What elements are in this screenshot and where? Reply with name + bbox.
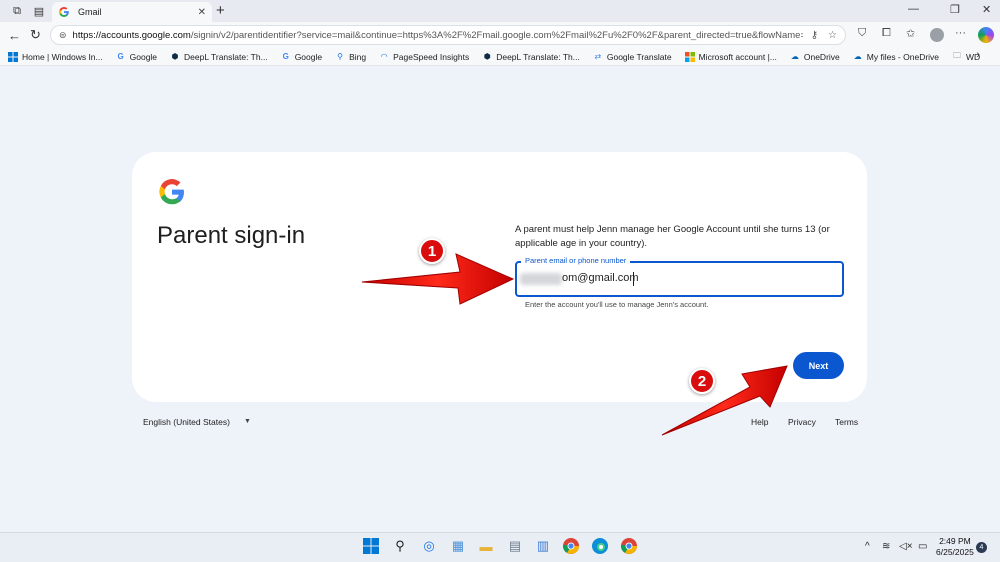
help-link[interactable]: Help <box>751 417 768 427</box>
workspaces-icon[interactable]: ⧉ <box>8 3 26 19</box>
bookmark-item[interactable]: ◠ PageSpeed Insights <box>379 52 470 62</box>
redacted-text <box>520 273 562 285</box>
notes-icon[interactable]: ▥ <box>534 537 552 555</box>
onedrive-icon: ☁ <box>853 52 862 61</box>
google-icon: G <box>282 52 289 61</box>
address-bar[interactable]: ⊜ https://accounts.google.com/signin/v2/… <box>50 25 846 45</box>
tab-close-icon[interactable]: ✕ <box>198 7 206 18</box>
bookmarks-overflow-icon[interactable]: › <box>976 49 980 61</box>
field-label: Parent email or phone number <box>521 256 631 265</box>
more-menu-icon[interactable]: ··· <box>955 27 966 39</box>
widgets-icon[interactable]: ▦ <box>449 537 467 555</box>
bookmark-item[interactable]: ⇄ Google Translate <box>593 52 672 62</box>
copilot-app-icon[interactable]: ◎ <box>420 537 438 555</box>
bookmark-item[interactable]: Microsoft account |... <box>684 51 777 62</box>
minimize-icon[interactable]: — <box>908 3 919 15</box>
favorite-star-icon[interactable]: ☆ <box>828 30 837 41</box>
microsoft-icon <box>684 51 695 62</box>
deepl-icon: ⬢ <box>171 52 179 61</box>
chevron-down-icon[interactable]: ▼ <box>244 418 251 425</box>
bookmark-item[interactable]: ☁ My files - OneDrive <box>853 52 939 62</box>
edge-icon[interactable] <box>591 537 609 555</box>
bookmark-item[interactable]: ⬢ DeepL Translate: Th... <box>170 52 268 62</box>
step-2-badge: 2 <box>689 368 715 394</box>
signin-description: A parent must help Jenn manage her Googl… <box>515 224 830 249</box>
bookmark-item[interactable]: ☁ OneDrive <box>790 52 840 62</box>
file-explorer-icon[interactable]: ▬ <box>477 537 495 555</box>
close-window-icon[interactable]: ✕ <box>982 3 991 16</box>
terms-link[interactable]: Terms <box>835 417 858 427</box>
privacy-link[interactable]: Privacy <box>788 417 816 427</box>
page-title: Parent sign-in <box>157 222 306 249</box>
bookmark-item[interactable]: G Google <box>116 52 158 62</box>
key-icon[interactable]: ⚷ <box>811 30 818 41</box>
field-helper-text: Enter the account you'll use to manage J… <box>525 300 709 309</box>
notification-badge[interactable]: 4 <box>976 542 987 553</box>
text-cursor <box>633 272 634 286</box>
pagespeed-icon: ◠ <box>380 52 388 61</box>
shield-icon[interactable]: ⛉ <box>858 27 866 40</box>
language-select[interactable]: English (United States) <box>143 417 230 427</box>
google-favicon-icon <box>58 7 69 18</box>
bookmarks-bar: Home | Windows In... G Google ⬢ DeepL Tran… <box>0 48 1000 66</box>
battery-icon[interactable]: ▭ <box>918 541 927 552</box>
bing-search-icon: ⚲ <box>337 52 344 61</box>
tab-gmail[interactable]: Gmail ✕ <box>52 2 212 22</box>
clock-date: 6/25/2025 <box>936 547 974 557</box>
next-button[interactable]: Next <box>793 352 844 379</box>
bookmark-item[interactable]: Home | Windows In... <box>8 51 103 62</box>
email-input-value[interactable]: om@gmail.com <box>562 272 639 284</box>
notepad-icon[interactable]: ▤ <box>506 537 524 555</box>
google-translate-icon: ⇄ <box>594 52 602 61</box>
refresh-icon[interactable]: ↻ <box>30 27 41 43</box>
chevron-up-icon[interactable]: ^ <box>865 541 870 552</box>
bookmark-item[interactable]: G Google <box>281 52 323 62</box>
back-icon[interactable]: ← <box>8 28 21 43</box>
speaker-muted-icon[interactable]: ◁× <box>899 541 913 552</box>
search-icon[interactable]: ⚲ <box>391 537 409 555</box>
wifi-icon[interactable]: ≋ <box>882 541 890 552</box>
copilot-icon[interactable] <box>978 27 994 43</box>
bookmark-item[interactable]: ⚲ Bing <box>335 52 366 62</box>
deepl-icon: ⬢ <box>483 52 491 61</box>
system-clock[interactable]: 2:49 PM 6/25/2025 <box>936 536 974 558</box>
favorites-icon[interactable]: ✩ <box>906 27 915 40</box>
taskbar <box>0 532 1000 562</box>
google-logo-icon <box>159 179 184 205</box>
restore-icon[interactable]: ❐ <box>950 3 960 16</box>
vertical-tabs-icon[interactable]: ▤ <box>30 3 48 19</box>
step-1-badge: 1 <box>419 238 445 264</box>
site-info-icon[interactable]: ⊜ <box>59 30 67 41</box>
windows-icon <box>8 51 18 62</box>
url-text: https://accounts.google.com/signin/v2/pa… <box>72 29 803 41</box>
bookmark-item[interactable]: ⬢ DeepL Translate: Th... <box>482 52 580 62</box>
google-icon: G <box>117 52 124 61</box>
tab-title: Gmail <box>78 7 102 17</box>
folder-icon: 🗀 <box>953 50 962 60</box>
extensions-icon[interactable]: ⧠ <box>882 27 891 40</box>
chrome-icon[interactable] <box>562 537 580 555</box>
clock-time: 2:49 PM <box>939 536 971 546</box>
chrome-icon[interactable] <box>620 537 638 555</box>
profile-avatar[interactable] <box>930 28 944 42</box>
onedrive-icon: ☁ <box>790 52 799 61</box>
new-tab-button[interactable]: + <box>216 2 225 19</box>
start-menu-icon[interactable] <box>362 537 380 555</box>
